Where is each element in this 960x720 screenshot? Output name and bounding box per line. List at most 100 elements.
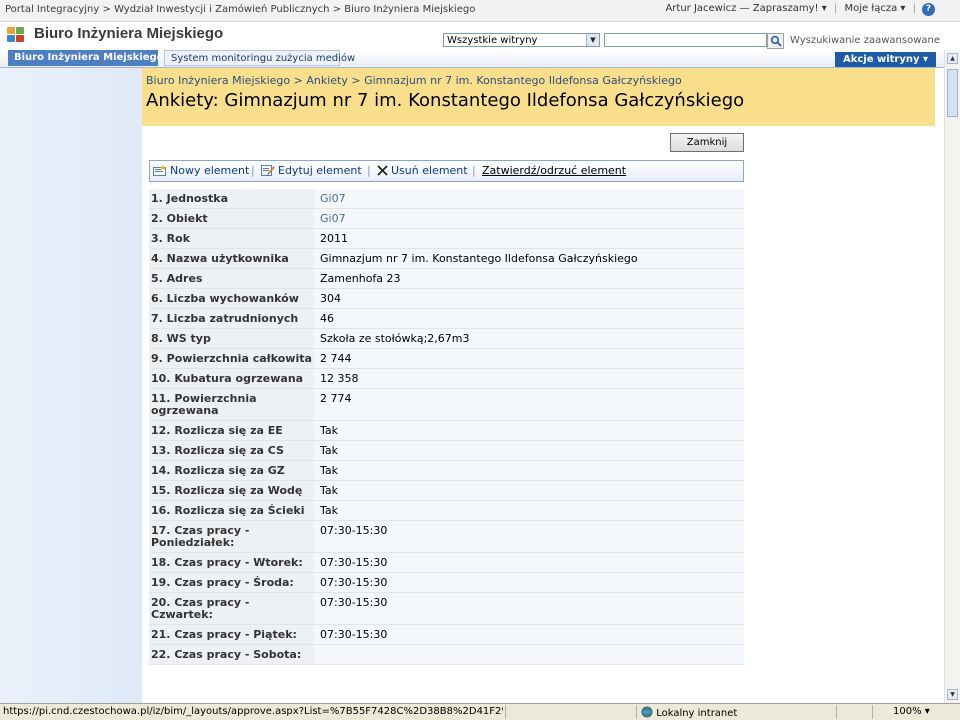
field-value: 2 744	[314, 348, 744, 369]
crumb-site[interactable]: Biuro Inżyniera Miejskiego	[344, 4, 475, 15]
field-row: 1. Jednostka Gi07	[149, 189, 744, 209]
field-row: 21. Czas pracy - Piątek: 07:30-15:30	[149, 624, 744, 645]
field-row: 18. Czas pracy - Wtorek: 07:30-15:30	[149, 552, 744, 573]
close-button[interactable]: Zamknij	[670, 133, 744, 152]
field-value: 2 774	[314, 388, 744, 421]
chevron-down-icon[interactable]: ▼	[586, 34, 599, 46]
field-value: 304	[314, 288, 744, 309]
field-row: 19. Czas pracy - Środa: 07:30-15:30	[149, 572, 744, 593]
field-row: 14. Rozlicza się za GZ Tak	[149, 460, 744, 481]
field-row: 15. Rozlicza się za Wodę Tak	[149, 480, 744, 501]
toolbar-separator: |	[251, 164, 255, 177]
chevron-down-icon: ▾	[923, 54, 929, 65]
status-divider	[836, 705, 837, 719]
sharepoint-logo-icon	[7, 27, 27, 44]
field-value: 07:30-15:30	[314, 552, 744, 573]
field-label: 11. Powierzchnia ogrzewana	[149, 388, 314, 421]
left-pane	[0, 68, 142, 703]
chevron-down-icon[interactable]: ▾	[897, 3, 905, 14]
field-label: 18. Czas pracy - Wtorek:	[149, 552, 314, 573]
field-value: 07:30-15:30	[314, 572, 744, 593]
my-links-menu[interactable]: Moje łącza	[845, 3, 898, 14]
field-value: Tak	[314, 500, 744, 521]
chevron-down-icon: ▾	[924, 706, 930, 717]
scroll-thumb[interactable]	[947, 69, 958, 117]
global-breadcrumb-bar: Portal Integracyjny > Wydział Inwestycji…	[0, 0, 960, 22]
field-label: 20. Czas pracy - Czwartek:	[149, 592, 314, 625]
delete-item-button[interactable]: Usuń element	[377, 164, 468, 177]
field-value: 46	[314, 308, 744, 329]
field-value: Tak	[314, 420, 744, 441]
search-input[interactable]	[604, 33, 767, 47]
field-value-link[interactable]: Gi07	[314, 189, 744, 209]
chevron-down-icon[interactable]: ▾	[819, 3, 827, 14]
help-icon[interactable]: ?	[922, 3, 935, 16]
crumb-department[interactable]: Wydział Inwestycji i Zamówień Publicznyc…	[114, 4, 329, 15]
new-item-label: Nowy element	[170, 164, 250, 177]
user-area: Artur Jacewicz — Zapraszamy! ▾ | Moje łą…	[665, 3, 920, 14]
vertical-scrollbar[interactable]: ▲ ▼	[944, 50, 960, 703]
field-value: Gimnazjum nr 7 im. Konstantego Ildefonsa…	[314, 248, 744, 269]
scroll-down-icon[interactable]: ▼	[947, 689, 958, 700]
approve-reject-link[interactable]: Zatwierdź/odrzuć element	[482, 164, 626, 177]
field-row: 9. Powierzchnia całkowita 2 744	[149, 348, 744, 369]
breadcrumb[interactable]: Biuro Inżyniera Miejskiego > Ankiety > G…	[146, 74, 682, 87]
field-value: 07:30-15:30	[314, 520, 744, 553]
field-label: 9. Powierzchnia całkowita	[149, 348, 314, 369]
globe-icon	[641, 706, 653, 718]
field-value: 07:30-15:30	[314, 624, 744, 645]
search-scope-select[interactable]: Wszystkie witryny ▼	[443, 33, 600, 47]
new-item-icon	[153, 165, 166, 176]
tab-monitoring[interactable]: System monitoringu zużycia mediów	[164, 50, 355, 66]
site-actions-menu[interactable]: Akcje witryny ▾	[835, 52, 936, 67]
field-label: 16. Rozlicza się za Ścieki	[149, 500, 314, 521]
tab-home[interactable]: Biuro Inżyniera Miejskiego	[8, 50, 164, 66]
field-value: Tak	[314, 480, 744, 501]
field-label: 10. Kubatura ogrzewana	[149, 368, 314, 389]
field-row: 7. Liczba zatrudnionych 46	[149, 308, 744, 329]
field-label: 1. Jednostka	[149, 189, 314, 209]
divider: |	[833, 3, 838, 14]
zoom-level[interactable]: 100% ▾	[893, 706, 930, 717]
status-url: https://pi.cnd.czestochowa.pl/iz/bim/_la…	[3, 706, 503, 717]
site-title[interactable]: Biuro Inżyniera Miejskiego	[34, 25, 223, 42]
toolbar-separator: |	[472, 164, 476, 177]
field-value	[314, 644, 744, 665]
new-item-button[interactable]: Nowy element	[153, 164, 249, 177]
field-label: 21. Czas pracy - Piątek:	[149, 624, 314, 645]
field-row: 5. Adres Zamenhofa 23	[149, 268, 744, 289]
field-value: Zamenhofa 23	[314, 268, 744, 289]
item-fields-table: 1. Jednostka Gi07 2. Obiekt Gi07 3. Rok 2011 4…	[149, 189, 744, 665]
advanced-search-link[interactable]: Wyszukiwanie zaawansowane	[790, 35, 940, 46]
field-value-link[interactable]: Gi07	[314, 208, 744, 229]
field-value: Tak	[314, 460, 744, 481]
field-row: 16. Rozlicza się za Ścieki Tak	[149, 500, 744, 521]
search-scope-value: Wszystkie witryny	[447, 35, 538, 46]
user-menu[interactable]: Artur Jacewicz — Zapraszamy!	[665, 3, 818, 14]
field-label: 5. Adres	[149, 268, 314, 289]
divider: |	[912, 3, 916, 14]
field-row: 20. Czas pracy - Czwartek: 07:30-15:30	[149, 592, 744, 625]
field-label: 22. Czas pracy - Sobota:	[149, 644, 314, 665]
field-label: 17. Czas pracy - Poniedziałek:	[149, 520, 314, 553]
zoom-value: 100%	[893, 706, 922, 717]
security-zone[interactable]: Lokalny intranet	[641, 706, 737, 719]
edit-item-button[interactable]: Edytuj element	[261, 164, 362, 177]
field-value: 07:30-15:30	[314, 592, 744, 625]
field-label: 19. Czas pracy - Środa:	[149, 572, 314, 593]
site-actions-label: Akcje witryny	[842, 54, 920, 65]
field-row: 17. Czas pracy - Poniedziałek: 07:30-15:3…	[149, 520, 744, 553]
field-row: 8. WS typ Szkoła ze stołówką;2,67m3	[149, 328, 744, 349]
field-row: 22. Czas pracy - Sobota:	[149, 644, 744, 665]
main-content: Zamknij Nowy element | Edytuj element | …	[142, 126, 935, 703]
site-header: Biuro Inżyniera Miejskiego Wszystkie wit…	[0, 22, 960, 50]
toolbar-separator: |	[367, 164, 371, 177]
crumb-separator: >	[102, 4, 111, 15]
field-value: Tak	[314, 440, 744, 461]
status-divider	[872, 705, 873, 719]
scroll-up-icon[interactable]: ▲	[947, 53, 958, 64]
crumb-portal[interactable]: Portal Integracyjny	[5, 4, 99, 15]
field-row: 12. Rozlicza się za EE Tak	[149, 420, 744, 441]
search-button[interactable]	[767, 33, 784, 49]
edit-item-icon	[261, 165, 275, 176]
